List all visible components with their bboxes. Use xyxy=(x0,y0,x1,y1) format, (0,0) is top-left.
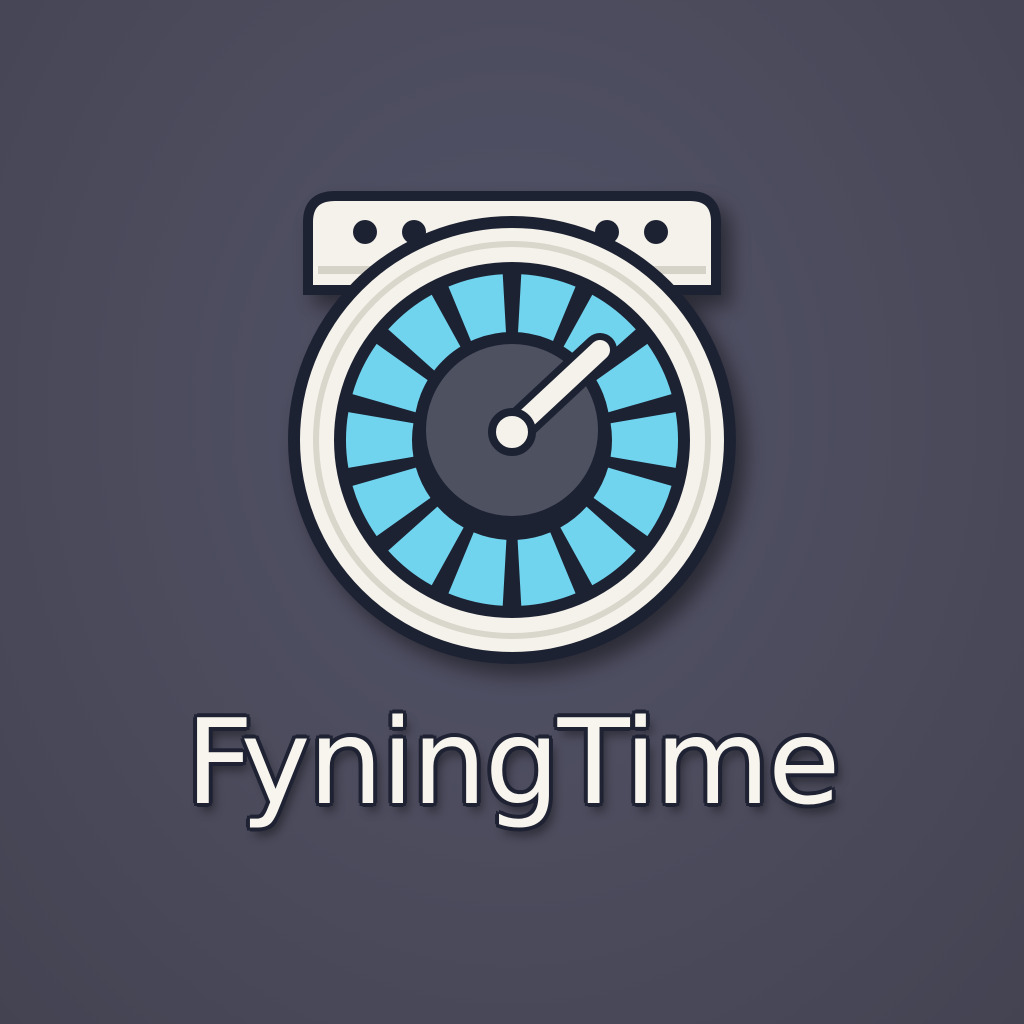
brand-wordmark: FyningTime xyxy=(185,693,841,831)
indicator-dot-1 xyxy=(353,220,377,244)
indicator-dot-4 xyxy=(644,220,668,244)
washing-machine-timer-icon xyxy=(288,191,736,664)
